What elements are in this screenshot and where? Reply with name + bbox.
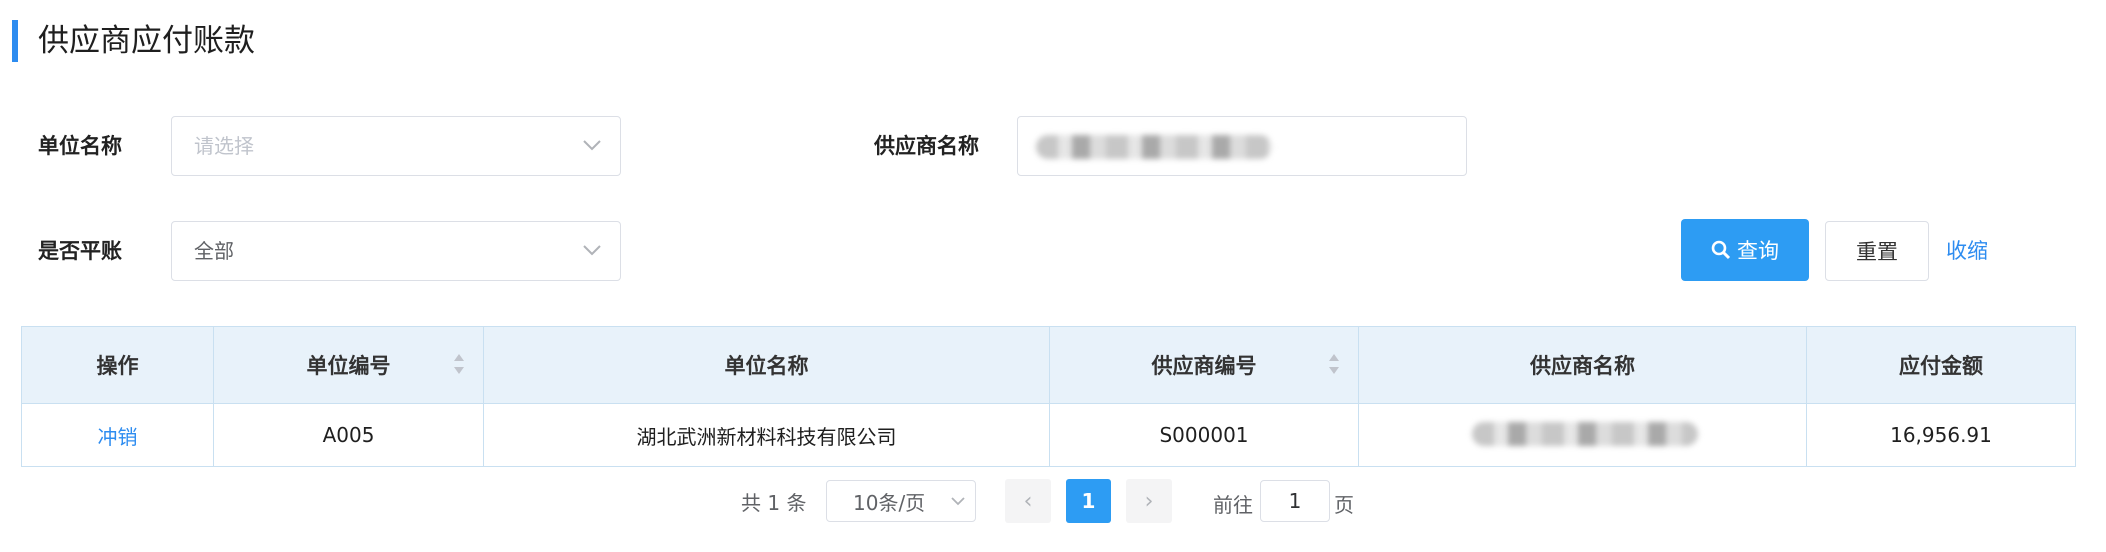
supplier-name-label: 供应商名称 — [874, 134, 979, 158]
chevron-down-icon — [583, 245, 601, 256]
col-header-supplier-name: 供应商名称 — [1358, 326, 1807, 404]
pagination-total: 共 1 条 — [741, 491, 807, 515]
settled-value: 全部 — [194, 239, 234, 263]
cell-amount: 16,956.91 — [1806, 403, 2076, 467]
cell-unit-name: 湖北武洲新材料科技有限公司 — [483, 403, 1050, 467]
query-button[interactable]: 查询 — [1681, 219, 1809, 281]
sort-icon[interactable] — [453, 351, 465, 377]
payables-table: 操作 单位编号 单位名称 供应商编号 供应商名称 应付金额 冲销 A005 湖北… — [21, 326, 2076, 467]
cell-unit-code: A005 — [213, 403, 484, 467]
col-header-supplier-code[interactable]: 供应商编号 — [1049, 326, 1359, 404]
page-number-current[interactable]: 1 — [1066, 479, 1111, 523]
col-header-unit-code[interactable]: 单位编号 — [213, 326, 484, 404]
query-button-label: 查询 — [1737, 239, 1779, 263]
table-header-row: 操作 单位编号 单位名称 供应商编号 供应商名称 应付金额 — [21, 326, 2076, 404]
unit-name-placeholder: 请选择 — [194, 134, 254, 158]
col-header-unit-name: 单位名称 — [483, 326, 1050, 404]
settled-select[interactable]: 全部 — [171, 221, 621, 281]
goto-suffix: 页 — [1334, 493, 1354, 517]
title-accent-bar — [12, 20, 18, 62]
chevron-down-icon — [951, 497, 965, 506]
redacted-supplier-name — [1036, 135, 1272, 159]
unit-name-label: 单位名称 — [38, 134, 122, 158]
sort-icon[interactable] — [1328, 351, 1340, 377]
unit-name-select[interactable]: 请选择 — [171, 116, 621, 176]
prev-page-button[interactable]: ‹ — [1005, 479, 1051, 523]
settled-label: 是否平账 — [38, 239, 122, 263]
cell-supplier-code: S000001 — [1049, 403, 1359, 467]
reset-button[interactable]: 重置 — [1825, 221, 1929, 281]
supplier-name-input[interactable] — [1017, 116, 1467, 176]
chevron-down-icon — [583, 140, 601, 151]
col-header-action: 操作 — [21, 326, 214, 404]
col-header-supplier-code-label: 供应商编号 — [1151, 354, 1257, 378]
table-row: 冲销 A005 湖北武洲新材料科技有限公司 S000001 16,956.91 — [21, 403, 2076, 467]
cell-supplier-name — [1358, 403, 1807, 467]
cell-action: 冲销 — [21, 403, 214, 467]
page-size-value: 10条/页 — [853, 490, 926, 515]
col-header-unit-code-label: 单位编号 — [306, 354, 391, 378]
chevron-left-icon: ‹ — [1023, 488, 1033, 514]
goto-prefix: 前往 — [1213, 493, 1253, 517]
goto-page-input[interactable]: 1 — [1260, 480, 1330, 522]
col-header-amount: 应付金额 — [1806, 326, 2076, 404]
page-title: 供应商应付账款 — [38, 23, 255, 59]
collapse-link[interactable]: 收缩 — [1946, 235, 1988, 265]
chevron-right-icon: › — [1144, 488, 1154, 514]
search-icon — [1711, 240, 1731, 260]
next-page-button[interactable]: › — [1126, 479, 1172, 523]
page-size-select[interactable]: 10条/页 — [826, 480, 976, 522]
redacted-supplier-name — [1472, 422, 1698, 446]
writeoff-link[interactable]: 冲销 — [98, 425, 138, 449]
